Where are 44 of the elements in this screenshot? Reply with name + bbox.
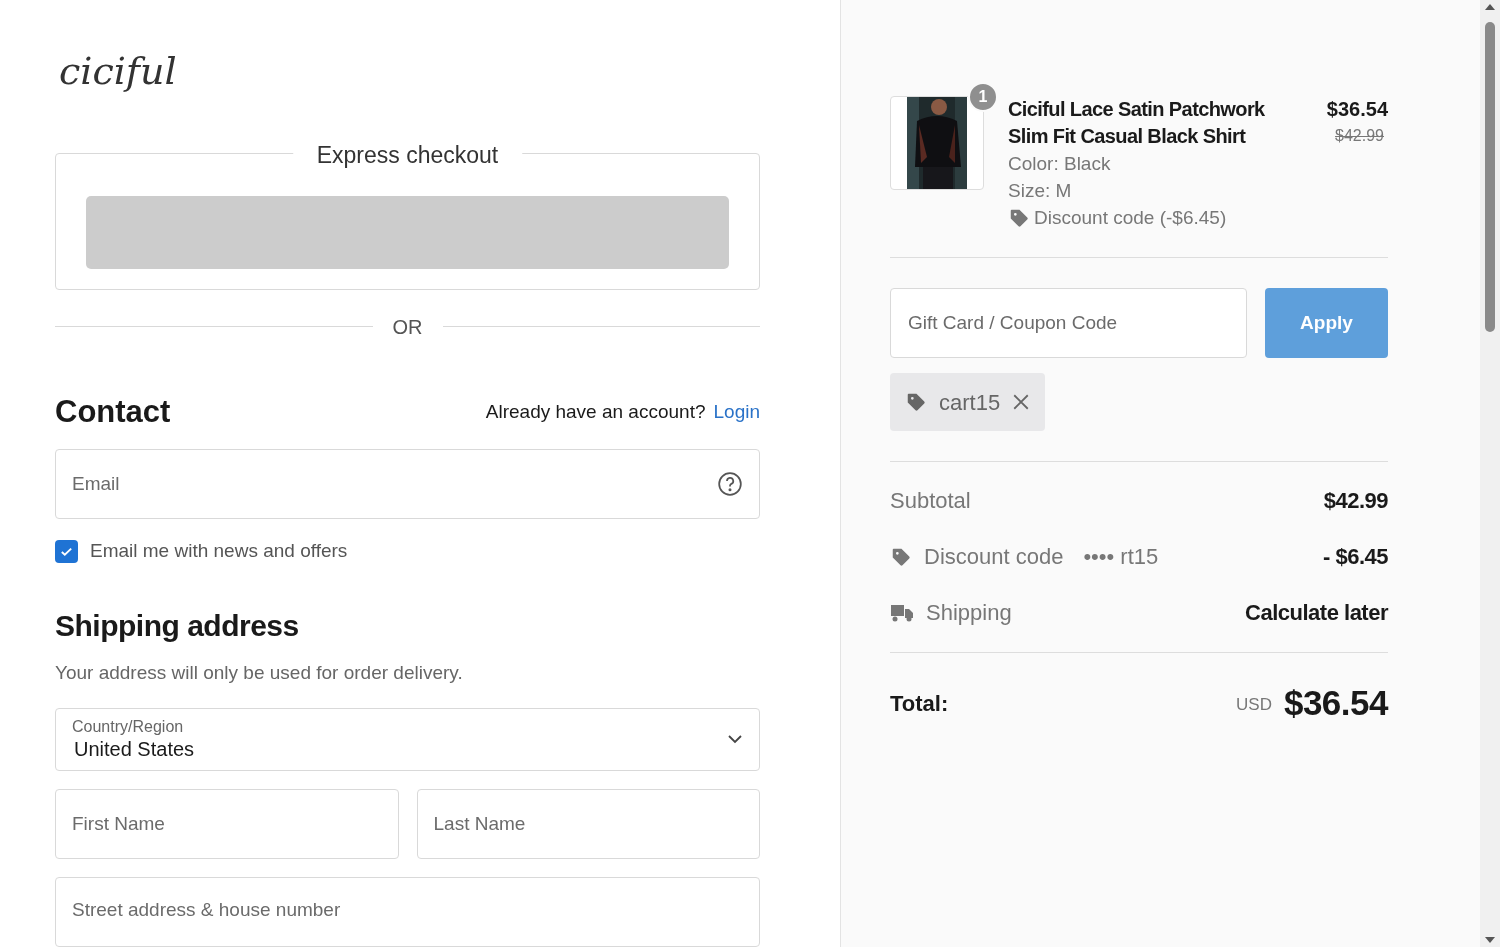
product-color: Color: Black [1008, 152, 1112, 176]
shipping-heading: Shipping address [55, 611, 300, 642]
last-name-field[interactable]: Last Name [416, 789, 760, 859]
truck-icon [890, 602, 914, 623]
login-link[interactable]: Login [713, 398, 760, 427]
scrollbar-thumb[interactable] [1485, 22, 1495, 332]
product-size: Size: M [1008, 179, 1073, 203]
product-name: Ciciful Lace Satin Patchwork Slim Fit Casual Black Shirt [1008, 97, 1266, 149]
email-field[interactable]: Email [55, 448, 760, 519]
close-icon[interactable] [1012, 393, 1031, 411]
total-amount: $36.54 [1283, 685, 1388, 720]
country-value: United States [73, 737, 195, 762]
contact-heading: Contact [55, 395, 171, 427]
street-address-field[interactable]: Street address & house number [55, 877, 760, 947]
country-label: Country/Region [72, 717, 185, 737]
summary-label: Discount code [924, 543, 1064, 571]
discount-code: •••• rt15 [1083, 543, 1159, 571]
tag-icon [905, 391, 927, 413]
apply-button[interactable]: Apply [1265, 288, 1388, 358]
summary-value: $42.99 [1323, 487, 1388, 515]
scroll-down-icon[interactable] [1485, 937, 1495, 943]
newsletter-checkbox[interactable] [55, 539, 78, 563]
summary-value: Calculate later [1245, 599, 1388, 627]
summary-label: Subtotal [890, 487, 971, 515]
total-label: Total: [890, 690, 949, 718]
shipping-note: Your address will only be used for order delivery. [55, 661, 464, 686]
coupon-field[interactable]: Gift Card / Coupon Code [890, 288, 1247, 358]
account-prompt: Already have an account? [485, 400, 706, 425]
first-name-field[interactable]: First Name [55, 789, 399, 859]
quantity-badge: 1 [968, 82, 998, 112]
scrollbar[interactable] [1480, 0, 1500, 947]
summary-value: - $6.45 [1323, 543, 1388, 571]
currency-code: USD [1236, 693, 1272, 716]
country-select[interactable]: Country/Region United States [55, 707, 760, 771]
product-price: $36.54 [1326, 97, 1388, 122]
scroll-up-icon[interactable] [1485, 4, 1495, 10]
applied-coupon-code: cart15 [939, 388, 1001, 417]
logo[interactable]: ciciful [55, 52, 760, 110]
help-icon[interactable] [717, 470, 743, 497]
product-discount: Discount code (-$6.45) [1034, 206, 1227, 230]
original-price: $42.99 [1335, 126, 1385, 146]
newsletter-label: Email me with news and offers [90, 538, 348, 563]
summary-label: Shipping [926, 599, 1012, 627]
or-divider-label: OR [392, 314, 423, 340]
